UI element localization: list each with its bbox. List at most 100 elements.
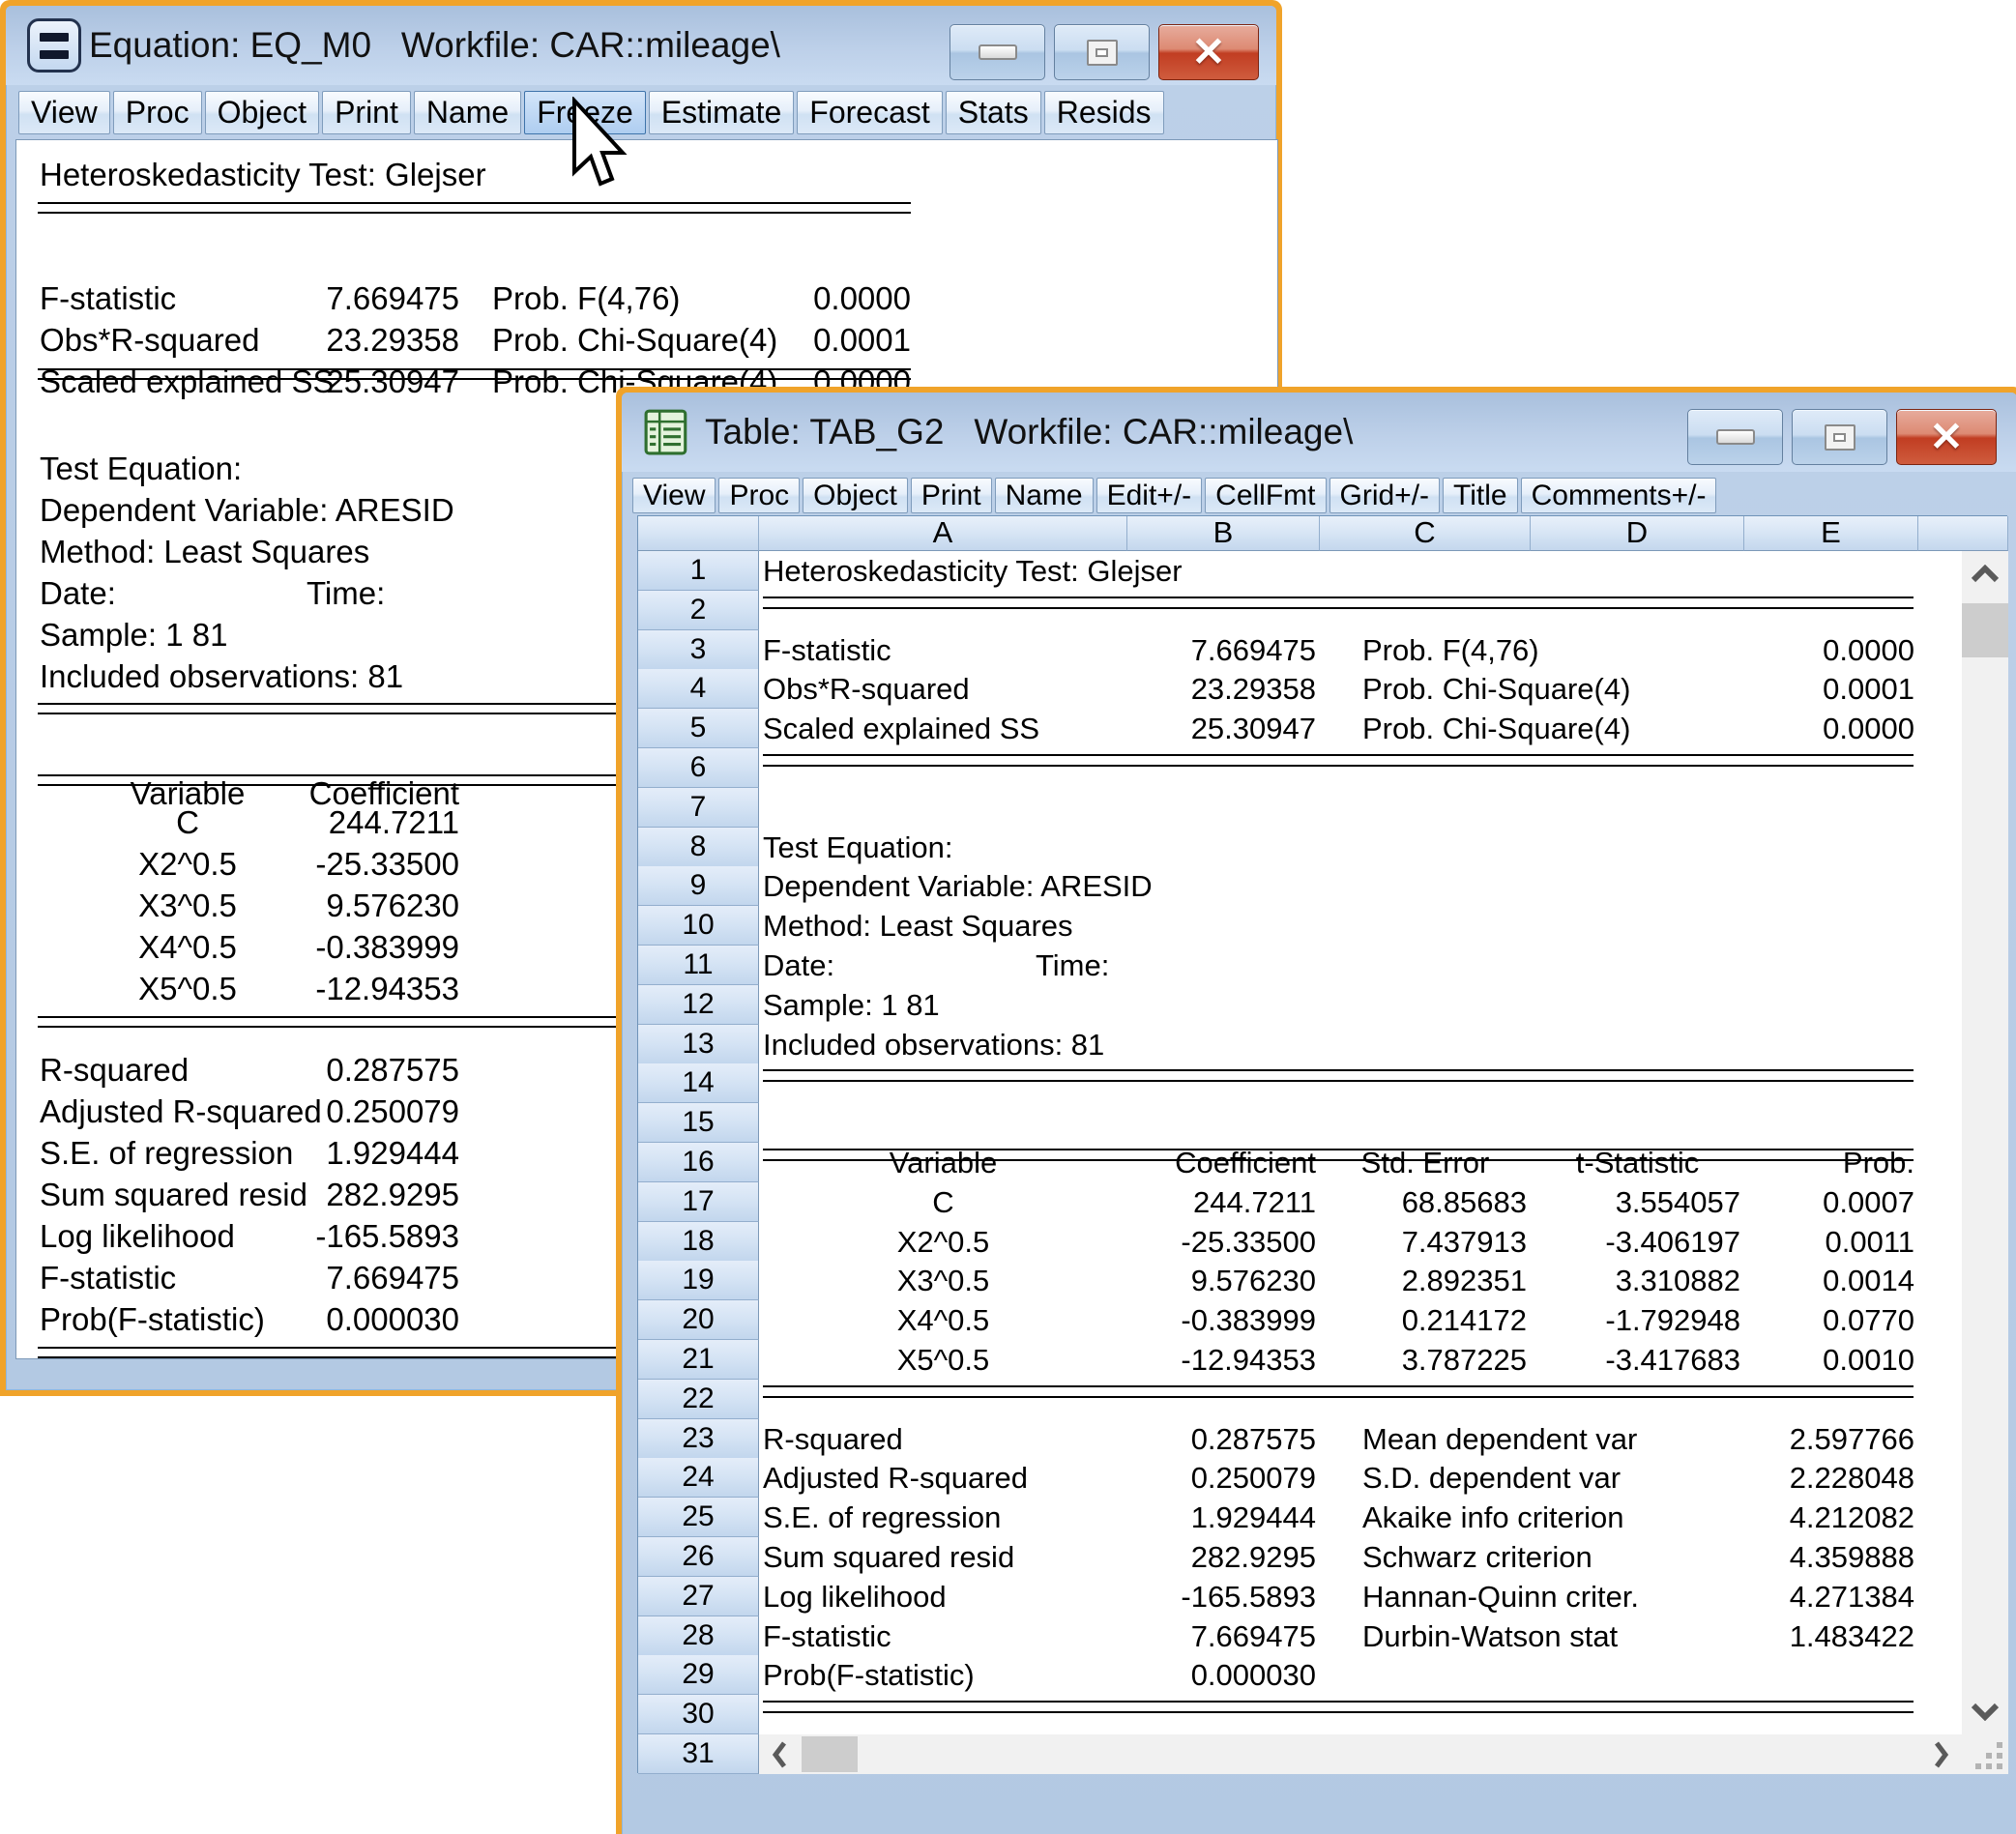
- row-header[interactable]: 6: [638, 748, 759, 788]
- maximize-button[interactable]: [1792, 409, 1887, 465]
- column-header-e[interactable]: E: [1744, 516, 1918, 551]
- menu-resids[interactable]: Resids: [1044, 91, 1164, 134]
- row-header[interactable]: 8: [638, 828, 759, 867]
- row-header[interactable]: 16: [638, 1143, 759, 1182]
- horizontal-scrollbar-thumb[interactable]: [802, 1736, 858, 1772]
- row-header[interactable]: 7: [638, 788, 759, 828]
- menu-object[interactable]: Object: [205, 91, 319, 134]
- equation-menubar: View Proc Object Print Name Freeze Estim…: [10, 91, 1272, 136]
- test-equation-label: Test Equation:: [763, 828, 952, 867]
- row-header[interactable]: 11: [638, 946, 759, 985]
- resize-grip[interactable]: [1962, 1734, 2008, 1774]
- menu-title[interactable]: Title: [1443, 478, 1518, 513]
- summary-row: F-statistic7.669475Durbin-Watson stat1.4…: [759, 1616, 1962, 1656]
- row-header[interactable]: 2: [638, 591, 759, 630]
- row-header[interactable]: 12: [638, 985, 759, 1025]
- date-label: Date:: [40, 572, 116, 615]
- column-header-a[interactable]: A: [759, 516, 1127, 551]
- row-header[interactable]: 3: [638, 630, 759, 670]
- stat-row: F-statistic7.669475Prob. F(4,76)0.0000: [759, 630, 1962, 670]
- menu-view[interactable]: View: [18, 91, 110, 134]
- menu-view[interactable]: View: [632, 478, 716, 513]
- menu-stats[interactable]: Stats: [946, 91, 1041, 134]
- column-header-d[interactable]: D: [1531, 516, 1744, 551]
- row-header[interactable]: 28: [638, 1616, 759, 1656]
- vertical-scrollbar[interactable]: [1962, 551, 2008, 1734]
- close-icon: ✕: [1191, 32, 1225, 73]
- row-header[interactable]: 23: [638, 1419, 759, 1459]
- row-header[interactable]: 24: [638, 1458, 759, 1498]
- row-header[interactable]: 31: [638, 1734, 759, 1774]
- row-header[interactable]: 21: [638, 1340, 759, 1380]
- menu-object[interactable]: Object: [803, 478, 908, 513]
- menu-name[interactable]: Name: [995, 478, 1094, 513]
- menu-proc[interactable]: Proc: [113, 91, 202, 134]
- time-label: Time:: [307, 572, 385, 615]
- chevron-down-icon: [1970, 1702, 2001, 1721]
- row-header[interactable]: 19: [638, 1261, 759, 1300]
- equation-icon[interactable]: [27, 18, 81, 73]
- summary-row: Log likelihood-165.5893Hannan-Quinn crit…: [759, 1577, 1962, 1616]
- scroll-up-button[interactable]: [1962, 551, 2008, 597]
- stat-row: Scaled explained SS25.30947Prob. Chi-Squ…: [16, 318, 1277, 361]
- menu-print[interactable]: Print: [322, 91, 411, 134]
- minimize-button[interactable]: [950, 24, 1045, 80]
- row-header[interactable]: 9: [638, 866, 759, 906]
- coef-row: X5^0.5-12.943533.787225-3.4176830.0010: [759, 1340, 1962, 1380]
- summary-row: Sum squared resid282.9295Schwarz criteri…: [759, 1537, 1962, 1577]
- row-header[interactable]: 10: [638, 906, 759, 946]
- coef-header-row: VariableCoefficientStd. Errort-Statistic…: [759, 1103, 1962, 1143]
- row-header[interactable]: 14: [638, 1063, 759, 1103]
- window-controls: ✕: [1687, 409, 1997, 465]
- scroll-right-button[interactable]: [1921, 1734, 1962, 1774]
- table-icon[interactable]: [643, 408, 691, 456]
- table-titlebar[interactable]: Table: TAB_G2 Workfile: CAR::mileage\ ✕: [622, 393, 2016, 472]
- row-header[interactable]: 15: [638, 1103, 759, 1143]
- table-sheet[interactable]: A B C D E 1 2 3 4 5 6 7 8 9 10 11 12 13: [637, 515, 2007, 1773]
- summary-row: R-squared0.287575Mean dependent var2.597…: [759, 1419, 1962, 1459]
- row-header[interactable]: 29: [638, 1655, 759, 1695]
- row-header[interactable]: 26: [638, 1537, 759, 1577]
- horizontal-scrollbar[interactable]: [759, 1734, 1962, 1774]
- equation-titlebar[interactable]: Equation: EQ_M0 Workfile: CAR::mileage\ …: [6, 6, 1276, 85]
- vertical-scrollbar-thumb[interactable]: [1962, 603, 2008, 657]
- row-header[interactable]: 30: [638, 1695, 759, 1734]
- menu-cellfmt[interactable]: CellFmt: [1205, 478, 1326, 513]
- row-header[interactable]: 20: [638, 1300, 759, 1340]
- row-header[interactable]: 25: [638, 1498, 759, 1537]
- method: Method: Least Squares: [40, 531, 369, 573]
- summary-row: Prob(F-statistic)0.000030: [759, 1655, 1962, 1695]
- stat-row: Scaled explained SS25.30947Prob. Chi-Squ…: [759, 709, 1962, 748]
- menu-forecast[interactable]: Forecast: [797, 91, 942, 134]
- row-header[interactable]: 13: [638, 1025, 759, 1064]
- close-button[interactable]: ✕: [1158, 24, 1259, 80]
- menu-comments[interactable]: Comments+/-: [1521, 478, 1717, 513]
- row-header[interactable]: 17: [638, 1182, 759, 1222]
- close-icon: ✕: [1929, 417, 1963, 457]
- menu-edit[interactable]: Edit+/-: [1096, 478, 1203, 513]
- stat-row: F-statistic7.669475Prob. F(4,76)0.0000: [16, 235, 1277, 277]
- scroll-down-button[interactable]: [1962, 1688, 2008, 1734]
- test-heading: Heteroskedasticity Test: Glejser: [40, 154, 486, 196]
- test-heading-row: Heteroskedasticity Test: Glejser: [16, 154, 1277, 196]
- menu-estimate[interactable]: Estimate: [649, 91, 794, 134]
- column-header-c[interactable]: C: [1320, 516, 1531, 551]
- menu-print[interactable]: Print: [911, 478, 992, 513]
- close-button[interactable]: ✕: [1896, 409, 1997, 465]
- menu-grid[interactable]: Grid+/-: [1329, 478, 1441, 513]
- scroll-left-button[interactable]: [759, 1734, 800, 1774]
- menu-proc[interactable]: Proc: [718, 478, 800, 513]
- row-header[interactable]: 18: [638, 1222, 759, 1262]
- column-header-b[interactable]: B: [1127, 516, 1320, 551]
- corner-header[interactable]: [638, 516, 759, 551]
- row-header[interactable]: 22: [638, 1380, 759, 1419]
- row-header[interactable]: 5: [638, 709, 759, 748]
- row-header[interactable]: 27: [638, 1577, 759, 1616]
- table-menubar: View Proc Object Print Name Edit+/- Cell…: [626, 478, 2013, 515]
- minimize-button[interactable]: [1687, 409, 1783, 465]
- maximize-button[interactable]: [1054, 24, 1150, 80]
- separator-line: [38, 202, 911, 214]
- menu-name[interactable]: Name: [414, 91, 521, 134]
- row-header[interactable]: 4: [638, 669, 759, 709]
- row-header[interactable]: 1: [638, 551, 759, 591]
